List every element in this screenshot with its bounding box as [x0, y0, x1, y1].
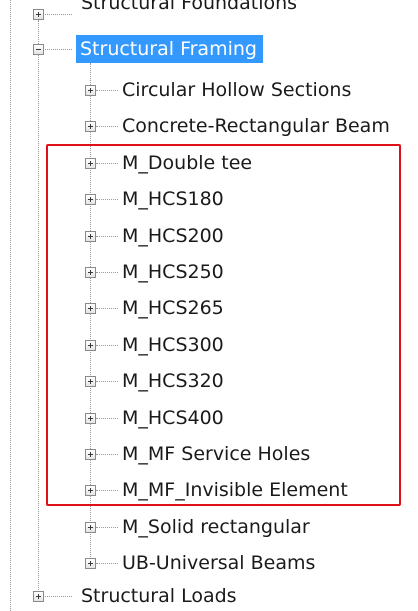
tree-node-family[interactable]: M_Solid rectangular: [0, 513, 418, 541]
tree-node-structural-framing[interactable]: Structural Framing: [0, 35, 418, 63]
expand-icon[interactable]: [85, 121, 96, 132]
tree-node-label: Circular Hollow Sections: [122, 79, 352, 101]
expand-icon[interactable]: [85, 522, 96, 533]
collapse-icon[interactable]: [33, 44, 44, 55]
tree-node-label: UB-Universal Beams: [122, 552, 316, 574]
expand-icon[interactable]: [85, 85, 96, 96]
tree-node-family[interactable]: Circular Hollow Sections: [0, 76, 418, 104]
tree-node-family[interactable]: UB-Universal Beams: [0, 549, 418, 577]
tree-node-label: M_Solid rectangular: [122, 516, 310, 538]
tree-node-label: Structural Loads: [81, 585, 237, 607]
tree-node-structural-loads[interactable]: Structural Loads: [0, 582, 418, 610]
highlight-rectangle: [46, 144, 401, 506]
expand-icon[interactable]: [85, 558, 96, 569]
expand-icon[interactable]: [33, 9, 44, 20]
tree-node-label-selected: Structural Framing: [76, 35, 263, 63]
tree-node-label: Structural Foundations: [81, 0, 298, 14]
tree-node-family[interactable]: Concrete-Rectangular Beam: [0, 112, 418, 140]
tree-node-label: Concrete-Rectangular Beam: [122, 115, 390, 137]
expand-icon[interactable]: [33, 591, 44, 602]
tree-node-structural-foundations[interactable]: Structural Foundations: [0, 0, 418, 28]
family-tree-view: Structural Foundations Structural Framin…: [0, 0, 418, 611]
